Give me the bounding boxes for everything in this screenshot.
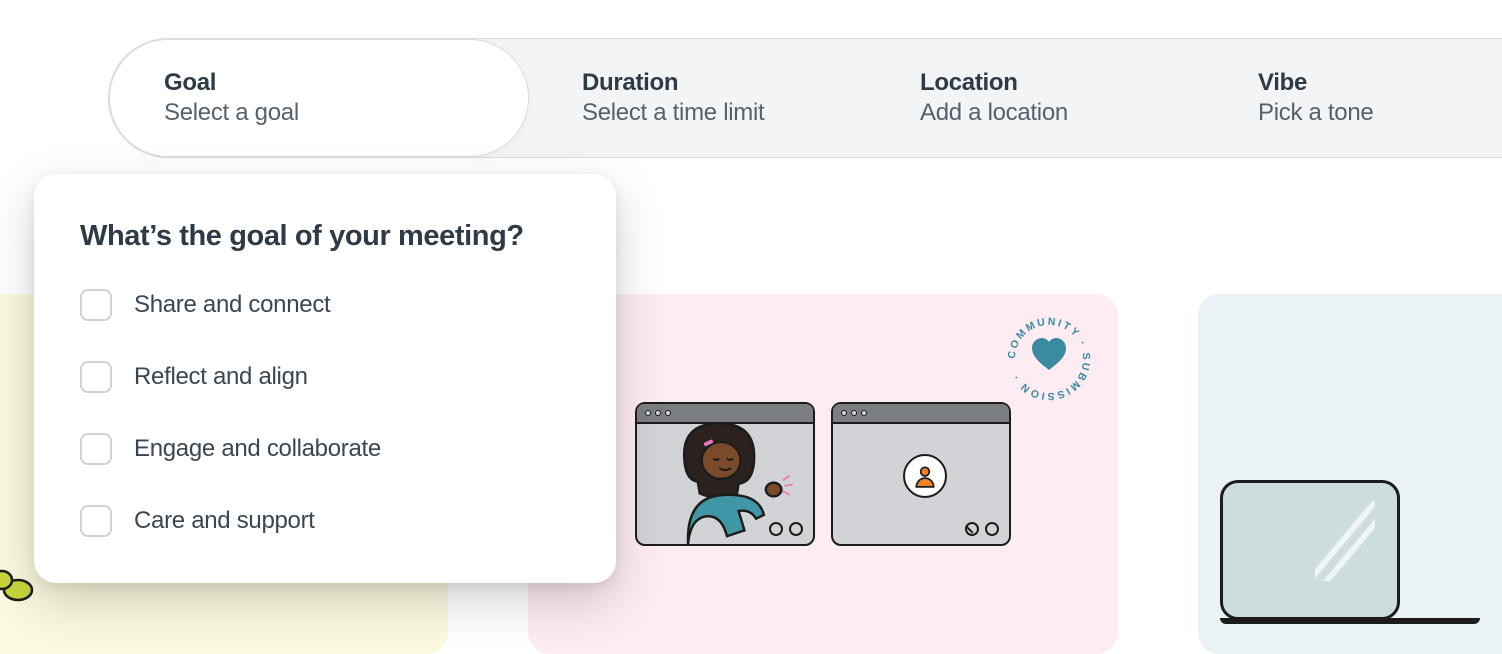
goal-option-care-support[interactable]: Care and support xyxy=(80,505,570,537)
video-window-illustration xyxy=(635,402,815,546)
popover-heading: What’s the goal of your meeting? xyxy=(80,220,570,253)
template-card[interactable]: COMMUNITY · SUBMISSION · xyxy=(528,294,1118,654)
tab-vibe[interactable]: Vibe Pick a tone xyxy=(1204,39,1502,157)
checkbox[interactable] xyxy=(80,505,112,537)
option-label: Share and connect xyxy=(134,291,330,319)
goal-option-share-connect[interactable]: Share and connect xyxy=(80,289,570,321)
tab-location[interactable]: Location Add a location xyxy=(866,39,1204,157)
caterpillar-illustration xyxy=(0,560,34,604)
tab-duration[interactable]: Duration Select a time limit xyxy=(528,39,866,157)
tab-title: Duration xyxy=(582,69,812,97)
tab-goal[interactable]: Goal Select a goal xyxy=(109,39,529,157)
community-submission-badge: COMMUNITY · SUBMISSION · xyxy=(1004,314,1094,404)
tab-subtitle: Add a location xyxy=(920,99,1150,127)
tab-title: Goal xyxy=(164,69,474,97)
user-avatar-icon xyxy=(903,454,947,498)
goal-select-popover: What’s the goal of your meeting? Share a… xyxy=(34,174,616,583)
tab-subtitle: Select a time limit xyxy=(582,99,812,127)
tab-title: Vibe xyxy=(1258,69,1448,97)
meeting-setup-tabs: Goal Select a goal Duration Select a tim… xyxy=(108,38,1502,158)
tab-subtitle: Pick a tone xyxy=(1258,99,1448,127)
checkbox[interactable] xyxy=(80,289,112,321)
tab-title: Location xyxy=(920,69,1150,97)
laptop-illustration xyxy=(1220,480,1480,624)
video-window-illustration xyxy=(831,402,1011,546)
option-label: Reflect and align xyxy=(134,363,308,391)
checkbox[interactable] xyxy=(80,433,112,465)
template-card[interactable] xyxy=(1198,294,1502,654)
option-label: Care and support xyxy=(134,507,315,535)
tab-subtitle: Select a goal xyxy=(164,99,474,127)
goal-option-engage-collaborate[interactable]: Engage and collaborate xyxy=(80,433,570,465)
goal-option-reflect-align[interactable]: Reflect and align xyxy=(80,361,570,393)
option-label: Engage and collaborate xyxy=(134,435,381,463)
checkbox[interactable] xyxy=(80,361,112,393)
